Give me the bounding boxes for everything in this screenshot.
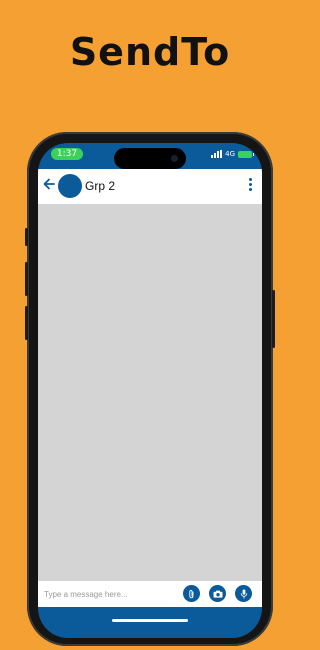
dynamic-island	[114, 148, 186, 169]
arrow-left-icon[interactable]	[42, 177, 56, 191]
home-indicator[interactable]	[112, 619, 188, 622]
camera-button[interactable]	[209, 585, 226, 602]
paperclip-icon	[189, 589, 194, 598]
phone-screen: 1:37 4G Grp 2	[38, 143, 262, 638]
status-indicators: 4G	[211, 149, 254, 159]
camera-icon	[213, 590, 222, 598]
more-vertical-icon[interactable]	[246, 177, 254, 193]
battery-icon	[238, 150, 254, 158]
microphone-icon	[240, 589, 247, 599]
promo-title: SendTo	[69, 30, 231, 74]
attach-button[interactable]	[183, 585, 200, 602]
phone-volume-down-button	[25, 306, 28, 340]
voice-button[interactable]	[235, 585, 252, 602]
message-composer	[38, 581, 262, 607]
group-avatar[interactable]	[58, 174, 82, 198]
phone-volume-up-button	[25, 262, 28, 296]
message-input[interactable]	[42, 585, 184, 603]
messages-area[interactable]	[38, 204, 262, 581]
signal-icon	[211, 150, 223, 158]
chat-header: Grp 2	[38, 169, 262, 204]
chat-title[interactable]: Grp 2	[85, 179, 115, 193]
front-camera-icon	[171, 155, 178, 162]
phone-side-button	[25, 228, 28, 246]
status-time: 1:37	[51, 148, 83, 160]
network-label: 4G	[225, 150, 235, 158]
phone-power-button	[272, 290, 275, 348]
